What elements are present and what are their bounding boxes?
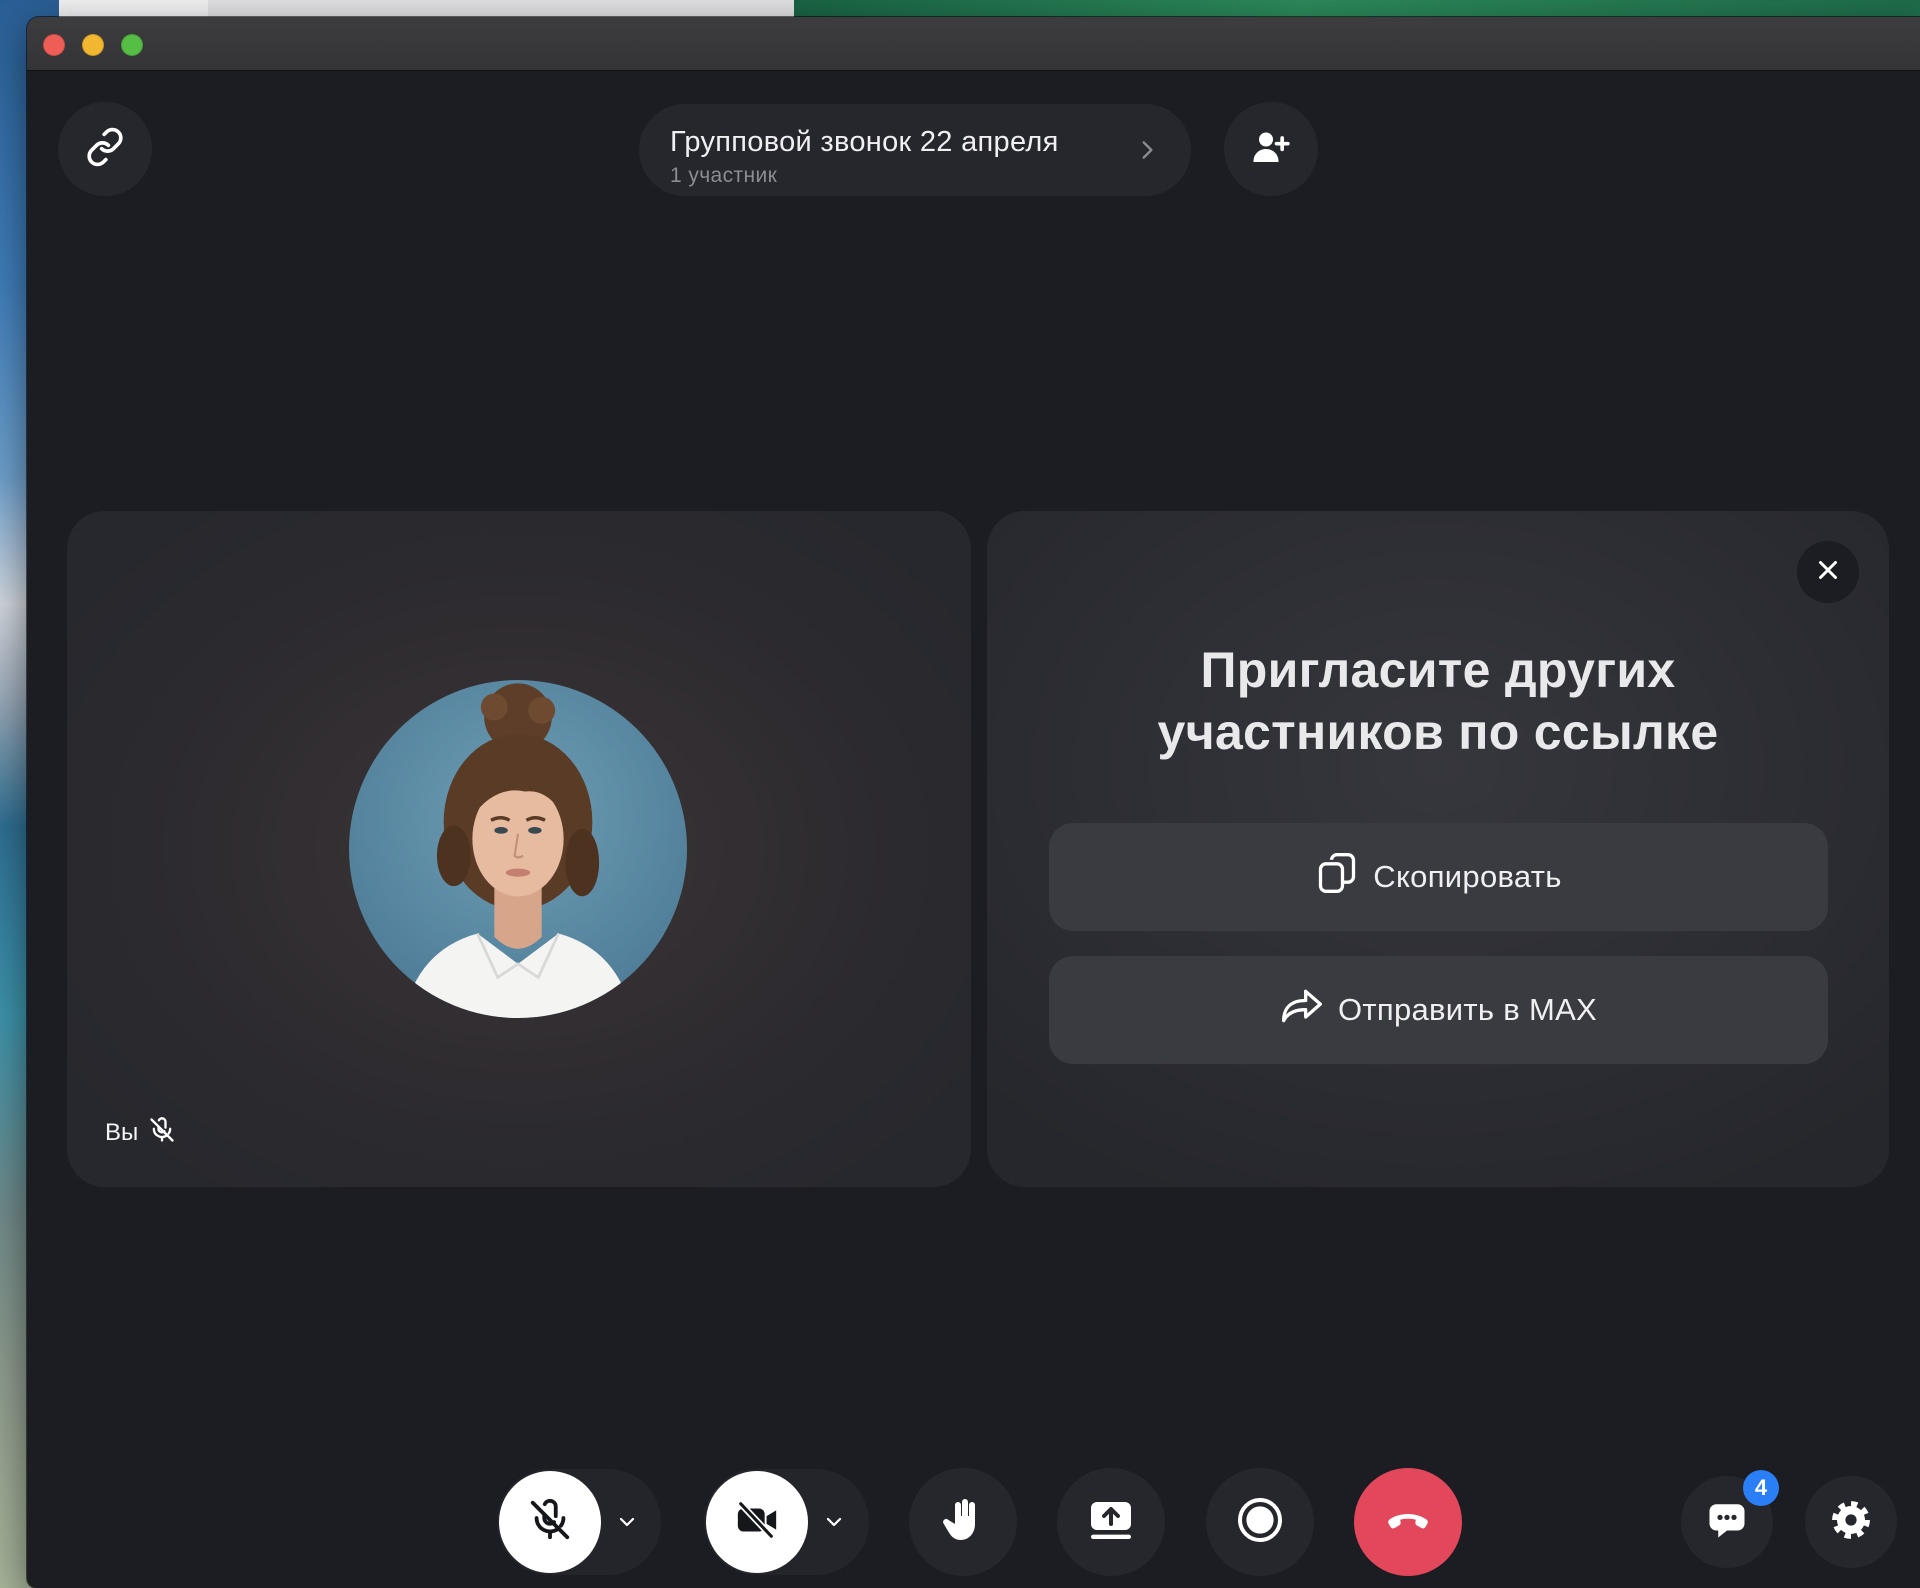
chevron-down-icon xyxy=(615,1517,639,1538)
chat-unread-badge: 4 xyxy=(1743,1470,1779,1506)
background-window-strip xyxy=(208,0,794,17)
link-icon xyxy=(85,127,125,172)
hangup-icon xyxy=(1384,1496,1432,1549)
close-icon xyxy=(1813,555,1843,590)
window-zoom-button[interactable] xyxy=(121,34,143,56)
self-name: Вы xyxy=(105,1119,139,1146)
chevron-right-icon xyxy=(1134,137,1160,163)
hand-icon xyxy=(939,1496,987,1549)
video-off-icon xyxy=(734,1497,780,1548)
call-info-button[interactable]: Групповой звонок 22 апреля 1 участник xyxy=(639,104,1191,196)
microphone-toggle-button[interactable] xyxy=(499,1471,601,1573)
screen-share-icon xyxy=(1087,1496,1135,1549)
self-video-tile: Вы xyxy=(67,511,971,1187)
microphone-menu-button[interactable] xyxy=(615,1510,639,1534)
chat-icon xyxy=(1706,1499,1748,1546)
record-icon xyxy=(1236,1496,1284,1549)
participant-count: 1 участник xyxy=(670,164,778,187)
call-window: Групповой звонок 22 апреля 1 участник Вы… xyxy=(27,17,1920,1588)
settings-button[interactable] xyxy=(1805,1476,1897,1568)
camera-menu-button[interactable] xyxy=(822,1510,846,1534)
send-button-label: Отправить в MAX xyxy=(1337,992,1598,1027)
add-participant-button[interactable] xyxy=(1224,102,1318,196)
background-window-strip xyxy=(59,0,208,17)
screen-share-button[interactable] xyxy=(1057,1468,1165,1576)
send-to-max-button[interactable]: Отправить в MAX xyxy=(1049,956,1828,1064)
invite-heading-line: участников по ссылке xyxy=(1157,704,1719,760)
camera-toggle-button[interactable] xyxy=(706,1471,808,1573)
chevron-down-icon xyxy=(822,1517,846,1538)
copy-icon xyxy=(1315,851,1359,903)
mic-off-icon xyxy=(527,1497,573,1548)
add-user-icon xyxy=(1251,127,1291,172)
title-bar xyxy=(27,17,1920,71)
call-title: Групповой звонок 22 апреля xyxy=(670,126,1059,158)
raise-hand-button[interactable] xyxy=(909,1468,1017,1576)
window-minimize-button[interactable] xyxy=(82,34,104,56)
window-close-button[interactable] xyxy=(43,34,65,56)
invite-heading-line: Пригласите других xyxy=(1200,642,1676,698)
avatar-photo xyxy=(349,680,687,1018)
share-arrow-icon xyxy=(1280,984,1324,1036)
close-invite-button[interactable] xyxy=(1797,541,1859,603)
gear-icon xyxy=(1830,1499,1872,1546)
hang-up-button[interactable] xyxy=(1354,1468,1462,1576)
microphone-control xyxy=(497,1469,661,1575)
copy-link-button[interactable] xyxy=(58,102,152,196)
copy-button-label: Скопировать xyxy=(1373,859,1562,894)
invite-panel: Пригласите других участников по ссылке С… xyxy=(987,511,1889,1187)
avatar xyxy=(349,680,687,1018)
record-button[interactable] xyxy=(1206,1468,1314,1576)
invite-heading: Пригласите других участников по ссылке xyxy=(987,639,1889,763)
mic-off-icon xyxy=(148,1116,176,1151)
self-label: Вы xyxy=(105,1116,176,1151)
camera-control xyxy=(704,1469,869,1575)
copy-button[interactable]: Скопировать xyxy=(1049,823,1828,931)
background-window-strip xyxy=(794,0,1920,17)
